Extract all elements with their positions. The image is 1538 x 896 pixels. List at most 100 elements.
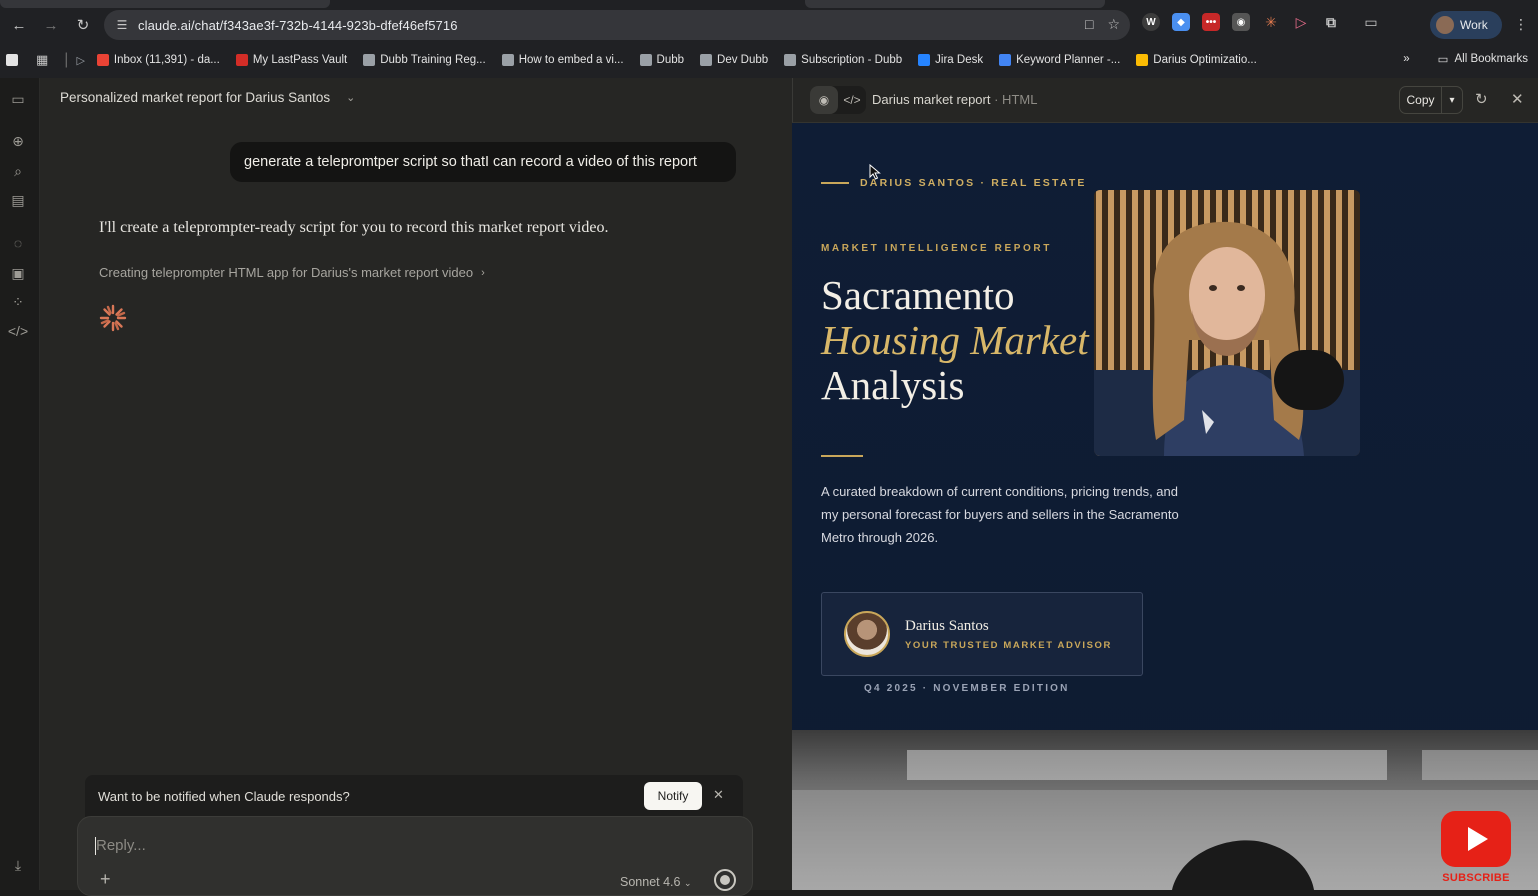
- artifact-title-text: Darius market report: [872, 92, 991, 107]
- view-toggle[interactable]: ◉ </>: [810, 86, 866, 114]
- apps-grid-icon[interactable]: ▦: [36, 52, 48, 68]
- office-photo: [792, 730, 1538, 890]
- address-bar[interactable]: ☰ claude.ai/chat/f343ae3f-732b-4144-923b…: [104, 10, 1130, 40]
- lastpass-icon[interactable]: •••: [1202, 13, 1220, 31]
- bookmark-label: Jira Desk: [935, 54, 984, 66]
- report-kicker: MARKET INTELLIGENCE REPORT: [821, 243, 1052, 254]
- chevron-down-icon[interactable]: ▾: [1442, 95, 1462, 106]
- model-selector[interactable]: Sonnet 4.6 ⌄: [620, 875, 692, 889]
- bookmark-item[interactable]: Darius Optimizatio...: [1136, 54, 1257, 66]
- bookmark-item[interactable]: Inbox (11,391) - da...: [96, 54, 220, 66]
- search-icon[interactable]: ⌕: [9, 162, 27, 180]
- chat-title-text[interactable]: Personalized market report for Darius Sa…: [60, 90, 330, 105]
- loading-spinner-icon: [99, 304, 127, 332]
- puzzle-icon[interactable]: ⧉: [1322, 13, 1340, 31]
- reload-icon[interactable]: ↻: [72, 14, 94, 36]
- star-icon[interactable]: ☆: [1107, 16, 1120, 33]
- profile-button[interactable]: Work: [1430, 11, 1502, 39]
- bookmark-page-icon[interactable]: [6, 54, 18, 66]
- bookmark-item[interactable]: Dev Dubb: [700, 54, 768, 66]
- projects-icon[interactable]: ▤: [9, 191, 27, 209]
- chevron-down-icon[interactable]: ⌄: [684, 878, 692, 888]
- install-icon[interactable]: □: [1085, 16, 1093, 33]
- notify-button[interactable]: Notify: [644, 782, 702, 810]
- youtube-play-icon[interactable]: [1441, 811, 1511, 869]
- copy-button[interactable]: Copy ▾: [1399, 86, 1463, 114]
- close-icon[interactable]: ✕: [713, 787, 724, 803]
- mouse-cursor-icon: [869, 164, 881, 180]
- artifact-title: Darius market report · HTML: [872, 92, 1037, 107]
- notify-prompt: Want to be notified when Claude responds…: [98, 788, 350, 804]
- refresh-icon[interactable]: ↻: [1475, 90, 1488, 108]
- nav-row: ← → ↻ ☰ claude.ai/chat/f343ae3f-732b-414…: [0, 8, 1538, 42]
- reply-input[interactable]: Reply...: [96, 837, 146, 854]
- extensions-row: W ◆ ••• ◉ ✳ ▷ ⧉ ▭: [1142, 13, 1380, 31]
- chats-icon[interactable]: ◌: [9, 234, 27, 252]
- back-icon[interactable]: ←: [8, 14, 30, 36]
- preview-eye-icon[interactable]: ◉: [810, 86, 838, 114]
- bookmark-label: Dubb: [656, 54, 685, 66]
- all-bookmarks-label: All Bookmarks: [1454, 53, 1529, 65]
- browser-chrome: ← → ↻ ☰ claude.ai/chat/f343ae3f-732b-414…: [0, 0, 1538, 78]
- dubb-icon[interactable]: ▷: [1292, 13, 1310, 31]
- library-icon[interactable]: ▣: [9, 264, 27, 282]
- headline-rule: [821, 455, 863, 457]
- model-label[interactable]: Sonnet 4.6: [620, 875, 680, 889]
- report-eyebrow: DARIUS SANTOS · REAL ESTATE: [860, 177, 1087, 189]
- download-icon[interactable]: ⤓: [9, 856, 27, 874]
- forward-icon[interactable]: →: [40, 14, 62, 36]
- bookmark-favicon-icon: [96, 54, 109, 66]
- tool-status-text[interactable]: Creating teleprompter HTML app for Dariu…: [99, 265, 473, 280]
- notify-banner: Want to be notified when Claude responds…: [85, 775, 743, 817]
- user-message-text: generate a telepromtper script so thatI …: [244, 154, 697, 170]
- voice-mode-icon[interactable]: [714, 869, 736, 891]
- bookmark-item[interactable]: Jira Desk: [918, 54, 983, 66]
- chevron-down-icon[interactable]: ⌄: [346, 91, 355, 104]
- chevron-right-icon[interactable]: ›: [481, 267, 485, 279]
- bookmark-favicon-icon: [639, 54, 652, 66]
- sidebar-toggle-icon[interactable]: ▭: [9, 90, 27, 108]
- claude-icon[interactable]: ✳: [1262, 13, 1280, 31]
- dubb-bookmark-icon[interactable]: ▷: [76, 54, 84, 67]
- reply-composer[interactable]: Reply... + Sonnet 4.6 ⌄: [77, 816, 753, 896]
- extension-icon[interactable]: W: [1142, 13, 1160, 31]
- bookmark-item[interactable]: Dubb Training Reg...: [363, 54, 486, 66]
- camera-icon[interactable]: ◉: [1232, 13, 1250, 31]
- side-panel-icon[interactable]: ▭: [1362, 13, 1380, 31]
- extension-icon[interactable]: ◆: [1172, 13, 1190, 31]
- all-bookmarks[interactable]: » ▭ All Bookmarks: [1403, 52, 1528, 66]
- hero-background-photo: [792, 730, 1538, 890]
- advisor-avatar: [844, 611, 890, 657]
- headline-line-1: Sacramento: [821, 272, 1015, 318]
- bookmark-item[interactable]: Keyword Planner -...: [999, 54, 1120, 66]
- copy-label[interactable]: Copy: [1400, 87, 1442, 113]
- site-info-icon[interactable]: ☰: [114, 17, 130, 33]
- code-view-icon[interactable]: </>: [838, 86, 866, 114]
- apps-icon[interactable]: ⁘: [9, 293, 27, 311]
- bookmark-item[interactable]: How to embed a vi...: [501, 54, 624, 66]
- advisor-name: Darius Santos: [905, 618, 989, 634]
- tab[interactable]: [805, 0, 1105, 8]
- code-icon[interactable]: </>: [8, 322, 28, 340]
- bookmark-favicon-icon: [784, 54, 797, 66]
- bookmark-favicon-icon: [1136, 54, 1149, 66]
- url-text[interactable]: claude.ai/chat/f343ae3f-732b-4144-923b-d…: [138, 18, 458, 33]
- artifact-pane: ◉ </> Darius market report · HTML Copy ▾…: [792, 78, 1538, 890]
- folder-icon: ▭: [1437, 54, 1449, 66]
- bookmark-label: My LastPass Vault: [252, 54, 348, 66]
- bookmark-label: Subscription - Dubb: [801, 54, 903, 66]
- menu-icon[interactable]: ⋮: [1514, 16, 1528, 33]
- tab[interactable]: [0, 0, 330, 8]
- bookmark-item[interactable]: My LastPass Vault: [235, 54, 348, 66]
- subscribe-label[interactable]: SUBSCRIBE: [1441, 872, 1511, 884]
- close-icon[interactable]: ✕: [1511, 90, 1524, 108]
- bookmark-item[interactable]: Subscription - Dubb: [784, 54, 902, 66]
- chat-title[interactable]: Personalized market report for Darius Sa…: [60, 90, 355, 105]
- artifact-type: · HTML: [994, 92, 1038, 107]
- add-attachment-icon[interactable]: +: [100, 869, 111, 890]
- tool-status[interactable]: Creating teleprompter HTML app for Dariu…: [99, 265, 485, 280]
- subscribe-overlay[interactable]: SUBSCRIBE: [1441, 811, 1511, 890]
- bookmark-item[interactable]: Dubb: [639, 54, 685, 66]
- new-chat-icon[interactable]: ⊕: [9, 132, 27, 150]
- more-bookmarks-icon[interactable]: »: [1403, 53, 1409, 65]
